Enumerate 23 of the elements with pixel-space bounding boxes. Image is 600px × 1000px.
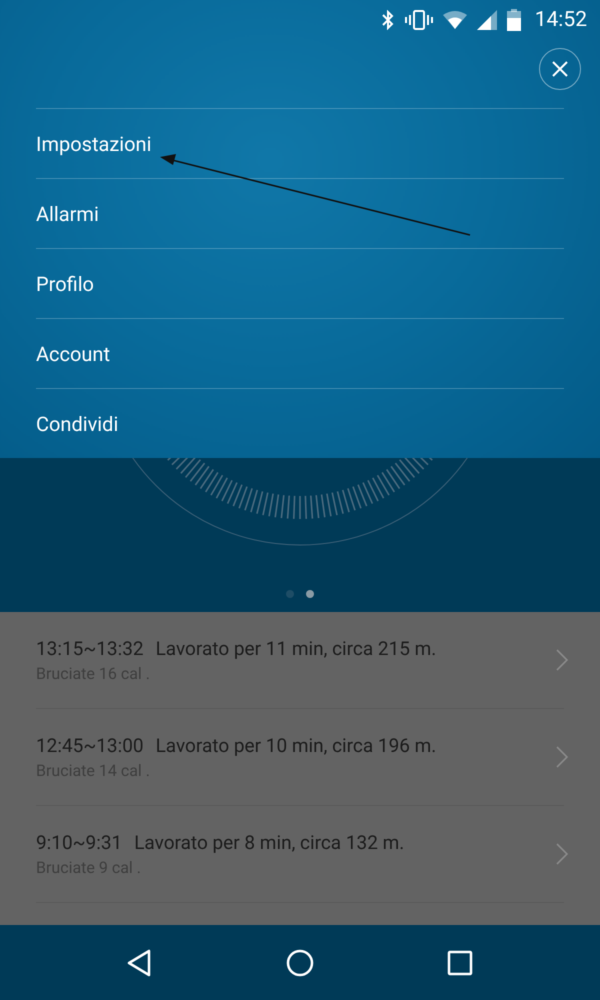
chevron-right-icon [556, 746, 568, 768]
activity-time: 13:15~13:32 [36, 637, 144, 660]
home-icon[interactable] [285, 948, 315, 978]
activity-time: 9:10~9:31 [36, 831, 122, 854]
signal-icon [476, 10, 497, 30]
close-icon [551, 60, 569, 78]
wifi-icon [442, 10, 467, 30]
menu-item[interactable]: Profilo [36, 248, 564, 318]
menu-item[interactable]: Allarmi [36, 178, 564, 248]
chevron-right-icon [556, 649, 568, 671]
activity-summary: Lavorato per 11 min, circa 215 m. [156, 637, 436, 660]
bluetooth-icon [380, 10, 395, 30]
activity-time: 12:45~13:00 [36, 734, 144, 757]
activity-summary: Lavorato per 10 min, circa 196 m. [156, 734, 436, 757]
status-time: 14:52 [534, 8, 587, 32]
close-button[interactable] [539, 48, 581, 90]
page-dot[interactable] [286, 590, 294, 598]
activity-summary: Lavorato per 8 min, circa 132 m. [134, 831, 404, 854]
vibrate-icon [404, 10, 433, 30]
menu-item[interactable]: Account [36, 318, 564, 388]
battery-icon [506, 8, 521, 31]
page-dot[interactable] [306, 590, 314, 598]
chevron-right-icon [556, 843, 568, 865]
